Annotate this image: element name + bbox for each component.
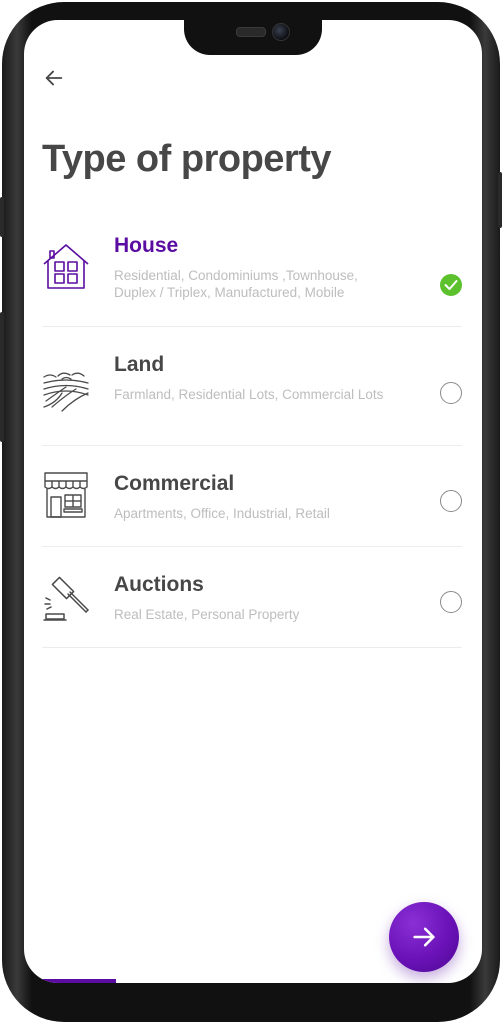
option-commercial-radio[interactable]: [440, 490, 462, 512]
notch: [184, 20, 322, 55]
arrow-right-icon: [413, 927, 435, 947]
back-button[interactable]: [38, 62, 70, 94]
property-type-list: House Residential, Condominiums ,Townhou…: [42, 220, 462, 648]
storefront-icon: [44, 472, 88, 518]
next-button[interactable]: [389, 902, 459, 972]
gavel-icon: [43, 576, 89, 621]
check-icon: [444, 280, 458, 290]
option-land[interactable]: Land Farmland, Residential Lots, Commerc…: [42, 327, 462, 446]
option-land-title: Land: [114, 353, 165, 376]
progress-fill: [24, 979, 116, 983]
option-auctions-radio[interactable]: [440, 591, 462, 613]
volume-button: [0, 312, 4, 442]
option-land-radio[interactable]: [440, 382, 462, 404]
phone-frame: Type of property House Residential, Cond…: [0, 2, 502, 1022]
slider-button: [0, 197, 4, 237]
option-house-radio[interactable]: [440, 274, 462, 296]
arrow-left-icon: [45, 70, 63, 86]
option-land-text: Land Farmland, Residential Lots, Commerc…: [114, 353, 394, 403]
option-commercial-description: Apartments, Office, Industrial, Retail: [114, 506, 330, 521]
option-auctions-title: Auctions: [114, 573, 204, 596]
option-house-title: House: [114, 234, 179, 257]
option-house[interactable]: House Residential, Condominiums ,Townhou…: [42, 220, 462, 327]
option-commercial[interactable]: Commercial Apartments, Office, Industria…: [42, 446, 462, 547]
option-auctions-description: Real Estate, Personal Property: [114, 607, 300, 622]
option-auctions-text: Auctions Real Estate, Personal Property: [114, 573, 394, 623]
option-auctions[interactable]: Auctions Real Estate, Personal Property: [42, 547, 462, 648]
house-icon: [43, 244, 89, 289]
option-commercial-title: Commercial: [114, 472, 235, 495]
front-camera: [272, 23, 290, 41]
option-land-description: Farmland, Residential Lots, Commercial L…: [114, 387, 384, 402]
progress-bar: [24, 979, 482, 983]
page-title: Type of property: [42, 138, 332, 180]
option-house-text: House Residential, Condominiums ,Townhou…: [114, 234, 394, 301]
power-button: [498, 172, 502, 228]
option-commercial-text: Commercial Apartments, Office, Industria…: [114, 472, 394, 522]
farmland-icon: [43, 372, 89, 412]
option-house-description: Residential, Condominiums ,Townhouse, Du…: [114, 268, 358, 300]
app-screen: Type of property House Residential, Cond…: [24, 20, 482, 983]
earpiece-speaker: [236, 27, 266, 37]
